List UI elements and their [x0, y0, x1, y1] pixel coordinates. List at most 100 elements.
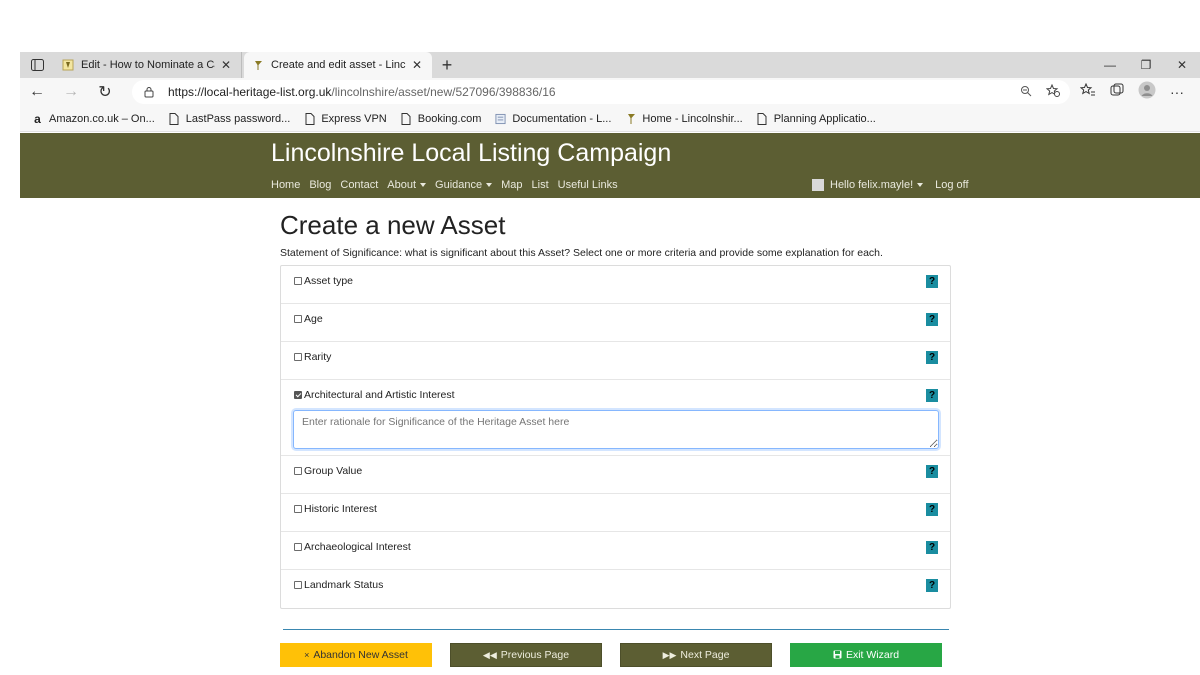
help-icon[interactable]: ?: [926, 313, 938, 326]
help-icon[interactable]: ?: [926, 389, 938, 402]
user-area: Hello felix.mayle! Log off: [812, 179, 969, 191]
bookmark-expressvpn[interactable]: Express VPN: [304, 112, 387, 125]
top-blank-area: [0, 0, 1200, 52]
page-icon: [757, 112, 768, 125]
tab-actions-icon[interactable]: [20, 52, 54, 78]
minimize-button[interactable]: —: [1092, 58, 1128, 72]
user-menu[interactable]: Hello felix.mayle!: [830, 179, 924, 191]
criterion-group-value: Group Value ?: [281, 456, 950, 494]
nav-map[interactable]: Map: [501, 179, 522, 191]
nav-home[interactable]: Home: [271, 179, 300, 191]
bookmark-lastpass[interactable]: LastPass password...: [169, 112, 291, 125]
help-icon[interactable]: ?: [926, 503, 938, 516]
forward-icon: ▶▶: [662, 649, 677, 660]
help-icon[interactable]: ?: [926, 579, 938, 592]
collections-icon[interactable]: [1110, 83, 1124, 102]
nav-useful-links[interactable]: Useful Links: [558, 179, 618, 191]
address-bar[interactable]: https://local-heritage-list.org.uk/linco…: [132, 80, 1070, 104]
favorites-icon[interactable]: [1079, 82, 1096, 102]
criterion-label[interactable]: Architectural and Artistic Interest: [304, 389, 455, 401]
archaeological-checkbox[interactable]: [294, 543, 302, 551]
divider: [283, 629, 949, 630]
criterion-label[interactable]: Rarity: [304, 351, 331, 363]
age-checkbox[interactable]: [294, 315, 302, 323]
url-path: /lincolnshire/asset/new/527096/398836/16: [331, 85, 556, 99]
bookmark-planning[interactable]: Planning Applicatio...: [757, 112, 876, 125]
criterion-label[interactable]: Asset type: [304, 275, 353, 287]
button-label: Previous Page: [500, 649, 570, 661]
historic-checkbox[interactable]: [294, 505, 302, 513]
criterion-historic: Historic Interest ?: [281, 494, 950, 532]
browser-toolbar: ← → ↻ https://local-heritage-list.org.uk…: [20, 78, 1200, 106]
rationale-textarea[interactable]: [293, 410, 939, 449]
criterion-label[interactable]: Landmark Status: [304, 579, 383, 591]
landmark-checkbox[interactable]: [294, 581, 302, 589]
caret-down-icon: [917, 183, 924, 188]
bookmark-label: LastPass password...: [185, 112, 291, 125]
close-icon[interactable]: ✕: [410, 58, 424, 72]
site-header: Lincolnshire Local Listing Campaign Home…: [20, 133, 1200, 198]
profile-icon[interactable]: [1138, 81, 1156, 104]
bookmark-documentation[interactable]: Documentation - L...: [495, 112, 611, 125]
site-title[interactable]: Lincolnshire Local Listing Campaign: [271, 139, 671, 168]
close-window-button[interactable]: ✕: [1164, 58, 1200, 72]
nav-blog[interactable]: Blog: [309, 179, 331, 191]
rarity-checkbox[interactable]: [294, 353, 302, 361]
pin-icon: [62, 59, 74, 71]
asset-type-checkbox[interactable]: [294, 277, 302, 285]
next-page-button[interactable]: ▶▶ Next Page: [620, 643, 772, 667]
button-label: Exit Wizard: [845, 649, 900, 661]
help-icon[interactable]: ?: [926, 541, 938, 554]
browser-tab-edit[interactable]: Edit - How to Nominate a Candida ✕: [54, 52, 242, 78]
bookmark-label: Amazon.co.uk – On...: [49, 112, 155, 125]
zoom-icon[interactable]: [1020, 85, 1032, 100]
amazon-icon: a: [34, 111, 41, 126]
add-favorite-icon[interactable]: [1045, 83, 1060, 100]
criterion-age: Age ?: [281, 304, 950, 342]
criteria-list: Asset type ? Age ? Rarity ? Architectura…: [280, 265, 951, 609]
lock-icon[interactable]: [144, 86, 158, 98]
back-arrow-icon[interactable]: ←: [20, 83, 54, 101]
criterion-label[interactable]: Group Value: [304, 465, 362, 477]
group-value-checkbox[interactable]: [294, 467, 302, 475]
architectural-checkbox[interactable]: [294, 391, 302, 399]
bookmark-label: Planning Applicatio...: [773, 112, 876, 125]
doc-icon: [495, 112, 506, 125]
tab-title: Create and edit asset - Lincolnsh: [271, 59, 406, 71]
nav-list[interactable]: List: [532, 179, 549, 191]
close-icon: ×: [304, 650, 310, 660]
new-tab-button[interactable]: +: [432, 52, 462, 78]
url-host: https://local-heritage-list.org.uk: [168, 85, 332, 99]
bookmark-booking[interactable]: Booking.com: [401, 112, 482, 125]
criterion-architectural: Architectural and Artistic Interest ?: [281, 380, 950, 456]
refresh-icon[interactable]: ↻: [88, 82, 122, 102]
previous-page-button[interactable]: ◀◀ Previous Page: [450, 643, 602, 667]
exit-wizard-button[interactable]: Exit Wizard: [790, 643, 942, 667]
bookmark-label: Booking.com: [417, 112, 482, 125]
nav-contact[interactable]: Contact: [340, 179, 378, 191]
help-icon[interactable]: ?: [926, 465, 938, 478]
forward-arrow-icon[interactable]: →: [54, 83, 88, 101]
criterion-label[interactable]: Historic Interest: [304, 503, 377, 515]
nav-about[interactable]: About: [387, 179, 427, 191]
nav-guidance[interactable]: Guidance: [435, 179, 493, 191]
criterion-label[interactable]: Archaeological Interest: [304, 541, 411, 553]
bookmark-label: Home - Lincolnshir...: [642, 112, 743, 125]
page-icon: [401, 112, 412, 125]
more-menu-icon[interactable]: ···: [1170, 84, 1184, 100]
close-icon[interactable]: ✕: [219, 58, 233, 72]
user-greeting: Hello felix.mayle!: [830, 179, 914, 191]
avatar: [812, 179, 824, 191]
help-icon[interactable]: ?: [926, 351, 938, 364]
page-icon: [304, 112, 315, 125]
help-icon[interactable]: ?: [926, 275, 938, 288]
bookmark-amazon[interactable]: a Amazon.co.uk – On...: [32, 111, 155, 126]
logoff-link[interactable]: Log off: [935, 179, 968, 191]
browser-tab-create[interactable]: Create and edit asset - Lincolnsh ✕: [244, 52, 432, 78]
restore-button[interactable]: ❐: [1128, 58, 1164, 72]
bookmark-home-lincolnshire[interactable]: Home - Lincolnshir...: [625, 112, 743, 125]
button-label: Next Page: [680, 649, 730, 661]
abandon-asset-button[interactable]: × Abandon New Asset: [280, 643, 432, 667]
nav-about-label: About: [387, 179, 417, 191]
criterion-label[interactable]: Age: [304, 313, 323, 325]
